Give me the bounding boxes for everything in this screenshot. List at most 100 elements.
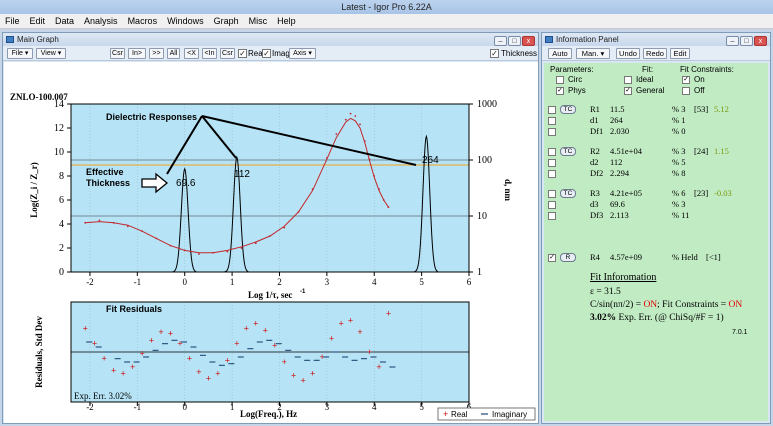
panel-minimize-button[interactable]: – (726, 36, 739, 46)
group2-checkbox[interactable] (548, 148, 556, 156)
thickness-label-text: Thickness (86, 178, 130, 188)
data-point (373, 175, 376, 177)
constraints-on-checkbox[interactable]: ✓ (682, 76, 690, 84)
param-name: d3 (590, 199, 599, 209)
thickness-checkbox[interactable]: ✓ (490, 49, 499, 58)
menu-misc[interactable]: Misc (244, 14, 273, 29)
param-value[interactable]: 4.57e+09 (610, 252, 642, 262)
data-point (311, 188, 314, 191)
param-value[interactable]: 4.21e+05 (610, 188, 642, 198)
close-button[interactable]: x (522, 36, 535, 46)
x-tick-label: -1 (134, 277, 142, 287)
real-residual-point: + (301, 375, 306, 385)
param-value[interactable]: 2.030 (610, 126, 629, 136)
param-value[interactable]: 2.294 (610, 168, 629, 178)
file-dropdown[interactable]: File ▾ (7, 48, 33, 59)
auto-button[interactable]: Auto (548, 48, 572, 59)
phys-checkbox[interactable]: ✓ (556, 87, 564, 95)
imag-checkbox[interactable]: ✓ (262, 49, 271, 58)
general-checkbox[interactable]: ✓ (624, 87, 632, 95)
csr-button[interactable]: Csr (110, 48, 125, 59)
menu-file[interactable]: File (0, 14, 25, 29)
menu-data[interactable]: Data (50, 14, 79, 29)
param-value[interactable]: 4.51e+04 (610, 146, 642, 156)
on-label: On (694, 75, 705, 84)
group3-checkbox[interactable] (548, 190, 556, 198)
circ-checkbox[interactable] (556, 76, 564, 84)
sample-label: ZNLO-100.007 (10, 92, 68, 102)
param-value[interactable]: 112 (610, 157, 622, 167)
real-residual-point: + (386, 309, 391, 319)
y-tick-label: 10 (54, 147, 64, 158)
y-tick-label: 4 (59, 219, 64, 230)
menu-help[interactable]: Help (272, 14, 301, 29)
axis-dropdown[interactable]: Axis ▾ (289, 48, 316, 59)
zoom-in-left-button[interactable]: <In (202, 48, 217, 59)
real-residual-point: + (206, 374, 211, 384)
param-green: -0.03 (714, 188, 732, 198)
csr2-button[interactable]: Csr (220, 48, 235, 59)
y-tick-label: 2 (59, 243, 64, 254)
real-residual-point: + (348, 315, 353, 325)
manual-dropdown[interactable]: Man. ▾ (576, 48, 610, 59)
x-tick-label: 2 (277, 277, 282, 287)
group2-tc-button[interactable]: TC (560, 147, 576, 156)
zoom-right-button[interactable]: >> (149, 48, 164, 59)
param-value[interactable]: 2.113 (610, 210, 629, 220)
menu-macros[interactable]: Macros (123, 14, 163, 29)
top-y-axis-label: Log(Z_i / Z_r) (29, 162, 39, 218)
panel-maximize-button[interactable]: □ (740, 36, 753, 46)
real-residual-point: + (263, 325, 268, 335)
redo-button[interactable]: Redo (643, 48, 667, 59)
main-graph-titlebar[interactable]: Main Graph – □ x (3, 33, 538, 46)
df2-checkbox[interactable] (548, 170, 556, 178)
group1-checkbox[interactable] (548, 106, 556, 114)
group1-tc-button[interactable]: TC (560, 105, 576, 114)
param-value[interactable]: 69.6 (610, 199, 625, 209)
menu-analysis[interactable]: Analysis (79, 14, 123, 29)
real-residual-point: + (291, 370, 296, 380)
param-value[interactable]: 11.5 (610, 104, 625, 114)
minimize-button[interactable]: – (494, 36, 507, 46)
menu-windows[interactable]: Windows (162, 14, 209, 29)
top-plot-background (71, 104, 469, 272)
zoom-in-button[interactable]: In> (128, 48, 146, 59)
imag-label: Imag (272, 49, 290, 58)
y2-tick-label: 1000 (477, 99, 497, 110)
param-green: 5.12 (714, 104, 729, 114)
zoom-all-button[interactable]: All (167, 48, 180, 59)
constraints-off-checkbox[interactable] (682, 87, 690, 95)
graph-canvas[interactable]: -2 -1 0 1 2 3 4 5 6 02468101214 1101001000 ZNLO-… (4, 62, 538, 423)
info-panel-titlebar[interactable]: Information Panel – □ x (542, 33, 770, 46)
d3-checkbox[interactable] (548, 201, 556, 209)
panel-close-button[interactable]: x (754, 36, 767, 46)
menu-edit[interactable]: Edit (25, 14, 51, 29)
param-value[interactable]: 264 (610, 115, 623, 125)
ideal-checkbox[interactable] (624, 76, 632, 84)
real-residual-point: + (357, 327, 362, 337)
param-pct: % 1 (672, 115, 686, 125)
d1-checkbox[interactable] (548, 117, 556, 125)
view-dropdown[interactable]: View ▾ (36, 48, 66, 59)
exp-err-line: 3.02% Exp. Err. (@ ChiSq/#F = 1) (590, 313, 724, 323)
undo-button[interactable]: Undo (616, 48, 640, 59)
zoom-left-button[interactable]: <X (184, 48, 199, 59)
edit-button[interactable]: Edit (670, 48, 690, 59)
param-extra: [24] (694, 146, 709, 156)
param-pct: % 6 (672, 188, 686, 198)
param-pct: % 0 (672, 126, 686, 136)
maximize-button[interactable]: □ (508, 36, 521, 46)
menu-graph[interactable]: Graph (209, 14, 244, 29)
panel-window-icon (545, 36, 553, 43)
d2-checkbox[interactable] (548, 159, 556, 167)
top-y2-ticks: 1 10 100 1000 (469, 99, 497, 278)
df1-checkbox[interactable] (548, 128, 556, 136)
real-checkbox[interactable]: ✓ (238, 49, 247, 58)
df3-checkbox[interactable] (548, 212, 556, 220)
r4-r-button[interactable]: R (560, 253, 576, 262)
plot-area[interactable]: -2 -1 0 1 2 3 4 5 6 0 2 4 6 8 10 12 14 1 10 100 1000 ZNLO-… (4, 62, 538, 423)
group3-tc-button[interactable]: TC (560, 189, 576, 198)
r4-checkbox[interactable]: ✓ (548, 254, 556, 262)
real-residual-point: + (329, 334, 334, 344)
param-pct: % 8 (672, 168, 686, 178)
